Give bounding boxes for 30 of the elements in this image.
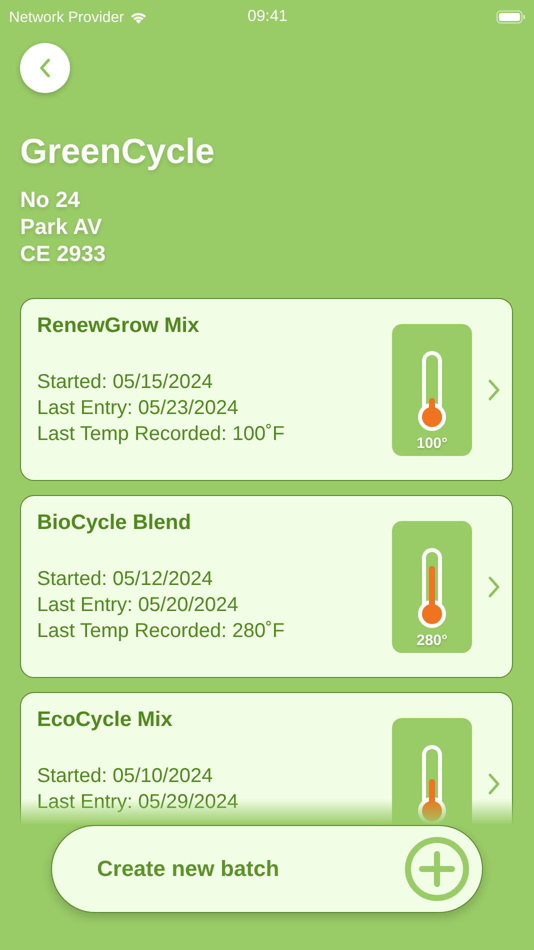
batch-card[interactable]: BioCycle Blend Started: 05/12/2024 Last Entry: 05/20/2024 Last Temp Recorded: 280˚F 280°	[20, 495, 513, 678]
back-button[interactable]	[20, 43, 70, 93]
address-line: No 24	[20, 186, 81, 213]
batch-name: EcoCycle Mix	[37, 707, 174, 733]
address-line: Park AV	[20, 213, 103, 240]
batch-detail: Started: 05/12/2024	[37, 567, 214, 592]
batch-detail: Last Temp Recorded: 280˚F	[37, 619, 286, 644]
chevron-right-icon	[488, 576, 500, 598]
create-batch-button[interactable]: Create new batch	[51, 825, 483, 913]
clock-time: 09:41	[247, 8, 288, 26]
carrier-name: Network Provider	[9, 8, 124, 26]
batch-detail: Started: 05/15/2024	[37, 370, 214, 395]
batch-name: RenewGrow Mix	[37, 313, 200, 339]
temperature-reading: 100°	[416, 435, 448, 452]
batch-detail: Last Entry: 05/29/2024	[37, 790, 240, 815]
chevron-right-icon	[488, 773, 500, 795]
batch-card[interactable]: EcoCycle Mix Started: 05/10/2024 Last Entry: 05/29/2024	[20, 692, 513, 825]
batch-detail: Last Entry: 05/20/2024	[37, 593, 240, 618]
batch-name: BioCycle Blend	[37, 510, 192, 536]
batch-detail: Last Entry: 05/23/2024	[37, 396, 240, 421]
address-line: CE 2933	[20, 240, 107, 267]
battery-icon	[496, 10, 526, 24]
chevron-right-icon	[488, 379, 500, 401]
chevron-left-icon	[38, 57, 52, 79]
temperature-reading: 280°	[416, 632, 448, 649]
site-name: GreenCycle	[20, 131, 216, 173]
batch-detail: Last Temp Recorded: 100˚F	[37, 422, 286, 447]
plus-circle-icon	[404, 836, 470, 902]
batch-card[interactable]: RenewGrow Mix Started: 05/15/2024 Last Entry: 05/23/2024 Last Temp Recorded: 100˚F 100°	[20, 298, 513, 481]
batch-detail: Started: 05/10/2024	[37, 764, 214, 789]
